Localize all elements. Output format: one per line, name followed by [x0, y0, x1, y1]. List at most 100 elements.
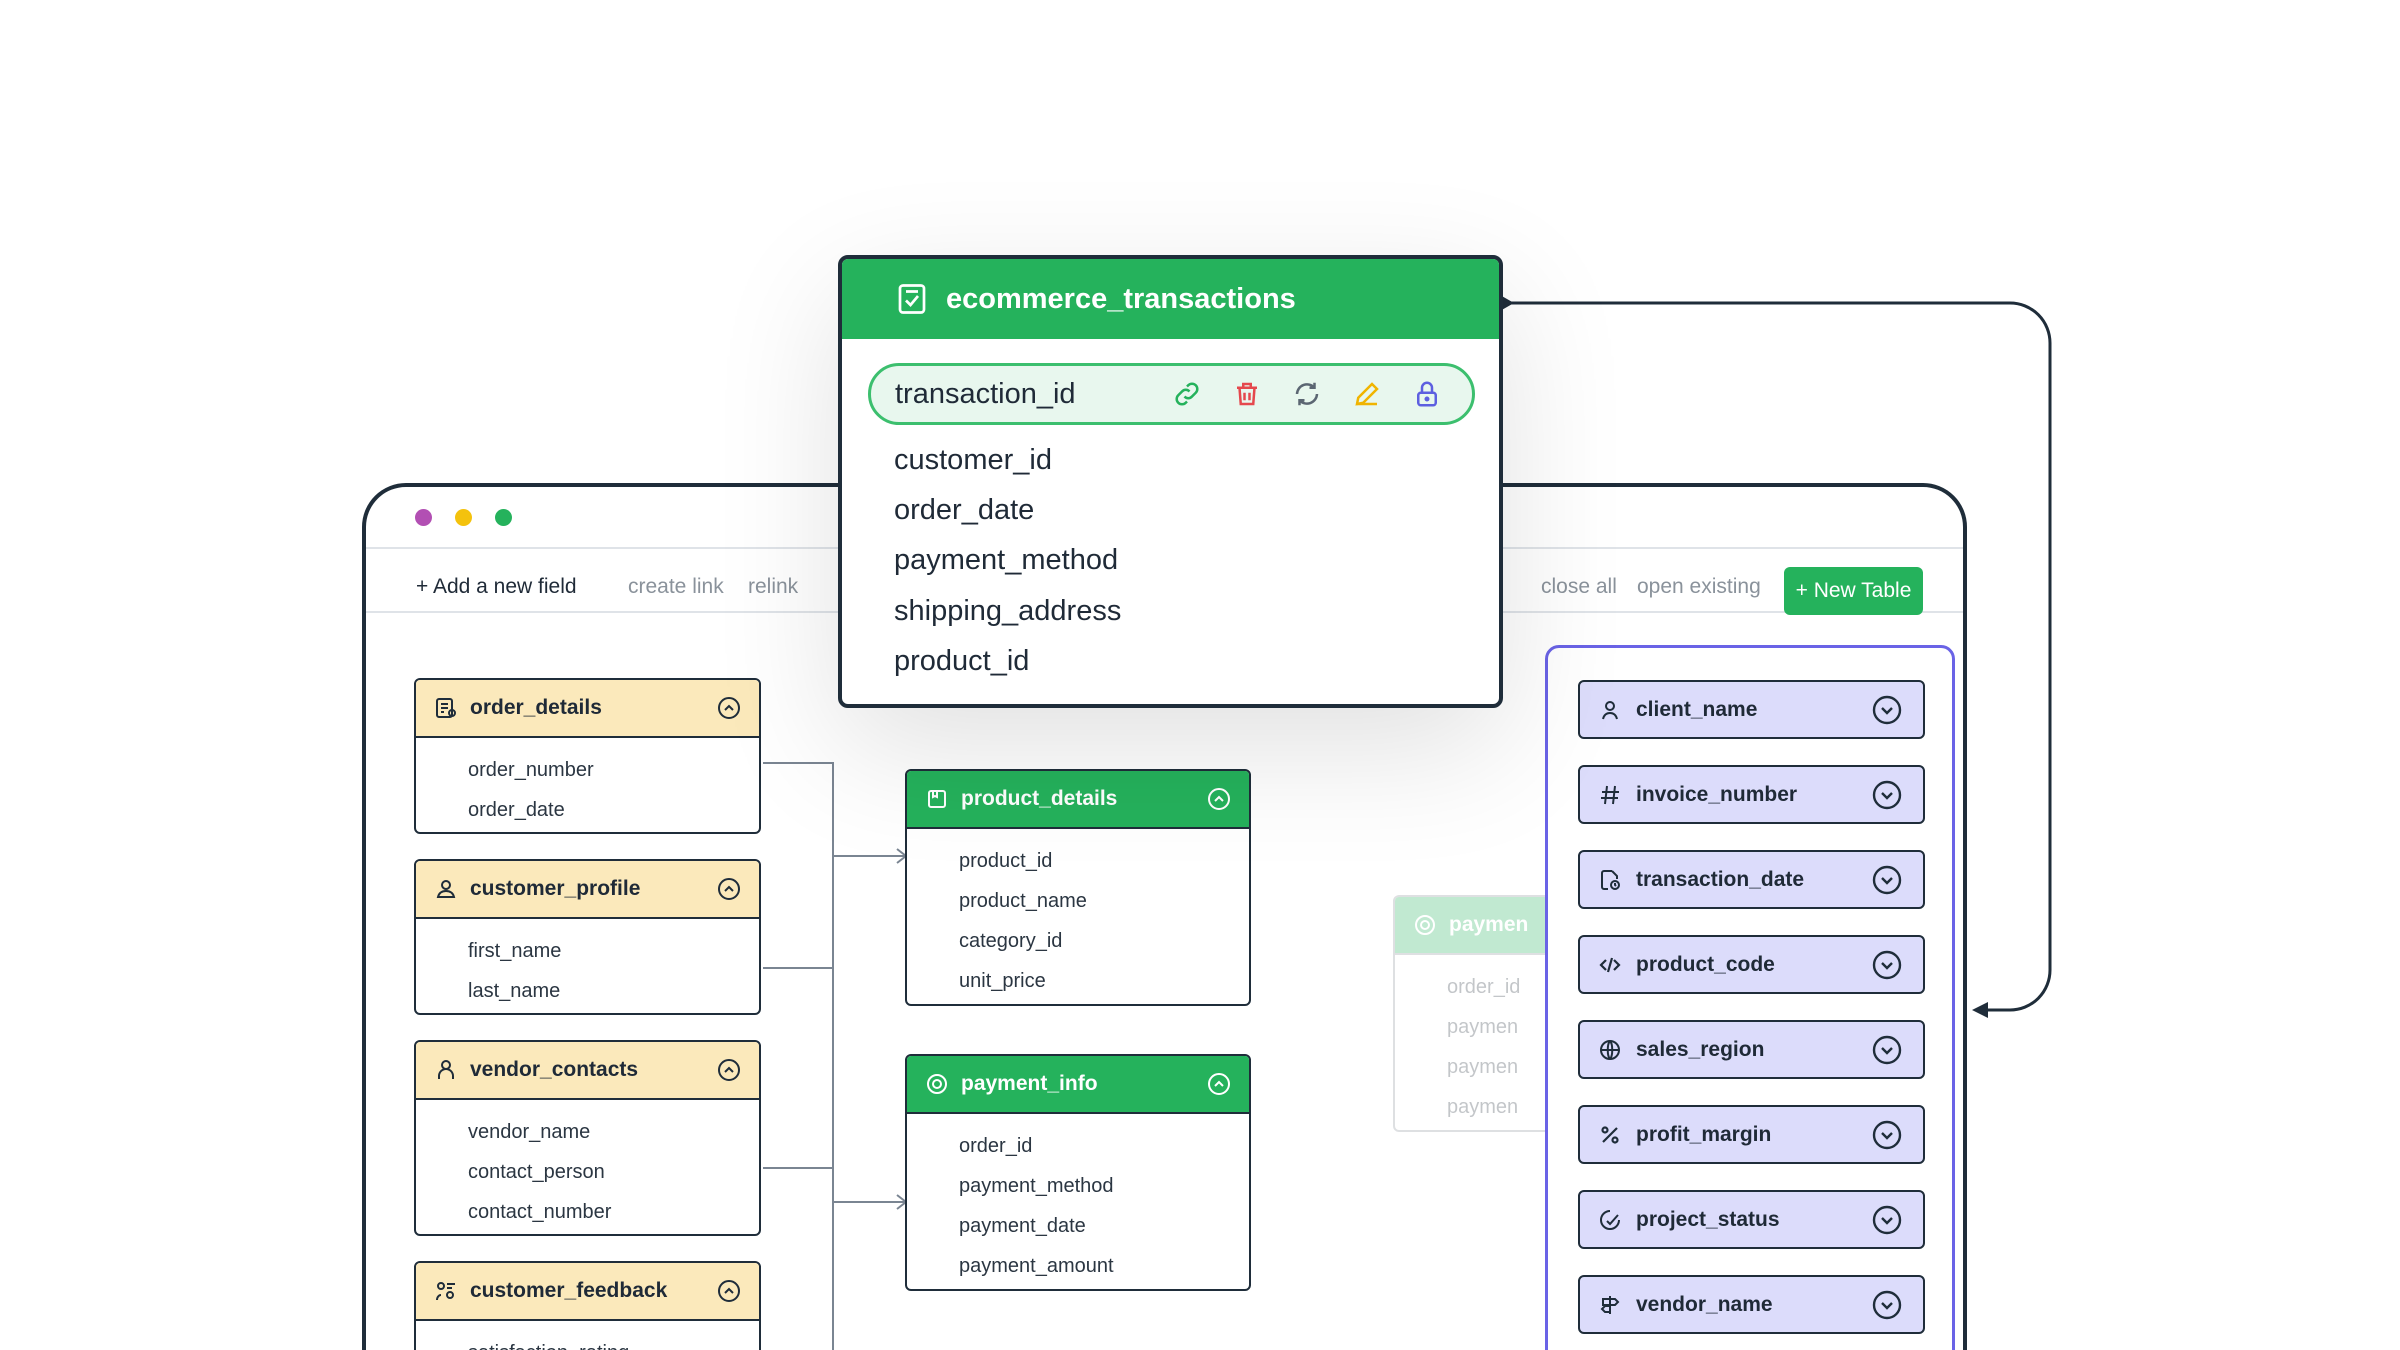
table-card-vendor-contacts[interactable]: vendor_contacts vendor_name contact_pers… [414, 1040, 761, 1236]
chevron-up-icon[interactable] [717, 877, 741, 901]
chevron-down-icon[interactable] [1871, 1289, 1903, 1321]
table-row[interactable]: vendor_name [416, 1112, 759, 1152]
table-row[interactable]: last_name [416, 971, 759, 1011]
table-title: product_details [961, 787, 1118, 810]
table-row[interactable]: first_name [416, 931, 759, 971]
popup-header[interactable]: ecommerce_transactions [842, 259, 1499, 339]
coin-icon [925, 1072, 949, 1096]
popup-field-row[interactable]: customer_id [894, 444, 1052, 477]
table-header[interactable]: vendor_contacts [416, 1042, 759, 1100]
user-icon [1598, 698, 1622, 722]
table-title: customer_feedback [470, 1279, 668, 1302]
coin-icon [1413, 913, 1437, 937]
window-dot-green[interactable] [495, 509, 512, 526]
selected-field-row[interactable]: transaction_id [868, 363, 1475, 425]
relink-button[interactable]: relink [748, 575, 798, 599]
chevron-down-icon[interactable] [1871, 1119, 1903, 1151]
popup-field-row[interactable]: order_date [894, 494, 1034, 527]
table-row[interactable]: unit_price [907, 961, 1249, 1001]
link-icon[interactable] [1172, 379, 1202, 409]
table-header[interactable]: customer_profile [416, 861, 759, 919]
table-header[interactable]: payment_info [907, 1056, 1249, 1114]
chevron-up-icon[interactable] [1207, 787, 1231, 811]
field-label: sales_region [1636, 1037, 1765, 1061]
create-link-button[interactable]: create link [628, 575, 724, 599]
popup-field-row[interactable]: payment_method [894, 544, 1118, 577]
popup-title: ecommerce_transactions [946, 282, 1296, 315]
table-row[interactable]: payment_date [907, 1206, 1249, 1246]
table-row[interactable]: contact_person [416, 1152, 759, 1192]
add-field-button[interactable]: + Add a new field [416, 575, 577, 599]
field-label: client_name [1636, 697, 1758, 721]
window-dot-purple[interactable] [415, 509, 432, 526]
table-row[interactable]: contact_number [416, 1192, 759, 1232]
table-row[interactable]: payment_method [907, 1166, 1249, 1206]
table-row[interactable]: product_name [907, 881, 1249, 921]
table-header[interactable]: customer_feedback [416, 1263, 759, 1321]
table-card-customer-profile[interactable]: customer_profile first_name last_name [414, 859, 761, 1015]
table-row[interactable]: payment_amount [907, 1246, 1249, 1286]
globe-icon [1598, 1038, 1622, 1062]
field-label: transaction_date [1636, 867, 1805, 891]
field-pill-project-status[interactable]: project_status [1578, 1190, 1925, 1249]
table-title: order_details [470, 696, 602, 719]
field-pill-profit-margin[interactable]: profit_margin [1578, 1105, 1925, 1164]
table-row[interactable]: category_id [907, 921, 1249, 961]
refresh-icon[interactable] [1292, 379, 1322, 409]
table-popup-ecommerce-transactions[interactable]: ecommerce_transactions transaction_id cu… [838, 255, 1503, 708]
field-label: product_code [1636, 952, 1775, 976]
field-pill-client-name[interactable]: client_name [1578, 680, 1925, 739]
chevron-up-icon[interactable] [717, 696, 741, 720]
chevron-down-icon[interactable] [1871, 694, 1903, 726]
field-label: vendor_name [1636, 1292, 1773, 1316]
table-card-order-details[interactable]: order_details order_number order_date [414, 678, 761, 834]
field-pill-product-code[interactable]: product_code [1578, 935, 1925, 994]
table-card-customer-feedback[interactable]: customer_feedback satisfaction_rating [414, 1261, 761, 1350]
table-row[interactable]: satisfaction_rating [416, 1333, 759, 1350]
user-icon [434, 877, 458, 901]
window-dot-yellow[interactable] [455, 509, 472, 526]
table-row[interactable]: order_id [907, 1126, 1249, 1166]
lock-icon[interactable] [1412, 379, 1442, 409]
field-pill-sales-region[interactable]: sales_region [1578, 1020, 1925, 1079]
code-icon [1598, 953, 1622, 977]
table-title: payment_info [961, 1072, 1098, 1095]
field-pill-vendor-name[interactable]: vendor_name [1578, 1275, 1925, 1334]
table-header[interactable]: order_details [416, 680, 759, 738]
pencil-icon[interactable] [1352, 379, 1382, 409]
field-pill-transaction-date[interactable]: transaction_date [1578, 850, 1925, 909]
table-card-product-details[interactable]: product_details product_id product_name … [905, 769, 1251, 1006]
chevron-up-icon[interactable] [717, 1279, 741, 1303]
table-row[interactable]: order_number [416, 750, 759, 790]
popup-field-row[interactable]: product_id [894, 645, 1029, 678]
table-title: vendor_contacts [470, 1058, 639, 1081]
trash-icon[interactable] [1232, 379, 1262, 409]
box-icon [925, 787, 949, 811]
table-row[interactable]: order_date [416, 790, 759, 830]
chevron-up-icon[interactable] [1207, 1072, 1231, 1096]
field-label: project_status [1636, 1207, 1780, 1231]
field-pill-invoice-number[interactable]: invoice_number [1578, 765, 1925, 824]
checklist-icon [894, 281, 930, 317]
table-row[interactable]: product_id [907, 841, 1249, 881]
open-existing-button[interactable]: open existing [1637, 575, 1761, 599]
chevron-down-icon[interactable] [1871, 779, 1903, 811]
person-icon [434, 1058, 458, 1082]
signpost-icon [1598, 1293, 1622, 1317]
close-all-button[interactable]: close all [1541, 575, 1617, 599]
table-title: customer_profile [470, 877, 641, 900]
chevron-up-icon[interactable] [717, 1058, 741, 1082]
selected-field-name: transaction_id [895, 377, 1076, 410]
popup-field-row[interactable]: shipping_address [894, 595, 1121, 628]
table-header[interactable]: product_details [907, 771, 1249, 829]
chevron-down-icon[interactable] [1871, 1034, 1903, 1066]
feedback-icon [434, 1279, 458, 1303]
new-table-button[interactable]: + New Table [1784, 567, 1923, 615]
chevron-down-icon[interactable] [1871, 864, 1903, 896]
field-panel: client_name invoice_number transaction_d… [1545, 645, 1955, 1350]
field-label: invoice_number [1636, 782, 1798, 806]
table-card-payment-info[interactable]: payment_info order_id payment_method pay… [905, 1054, 1251, 1291]
chevron-down-icon[interactable] [1871, 949, 1903, 981]
status-icon [1598, 1208, 1622, 1232]
chevron-down-icon[interactable] [1871, 1204, 1903, 1236]
